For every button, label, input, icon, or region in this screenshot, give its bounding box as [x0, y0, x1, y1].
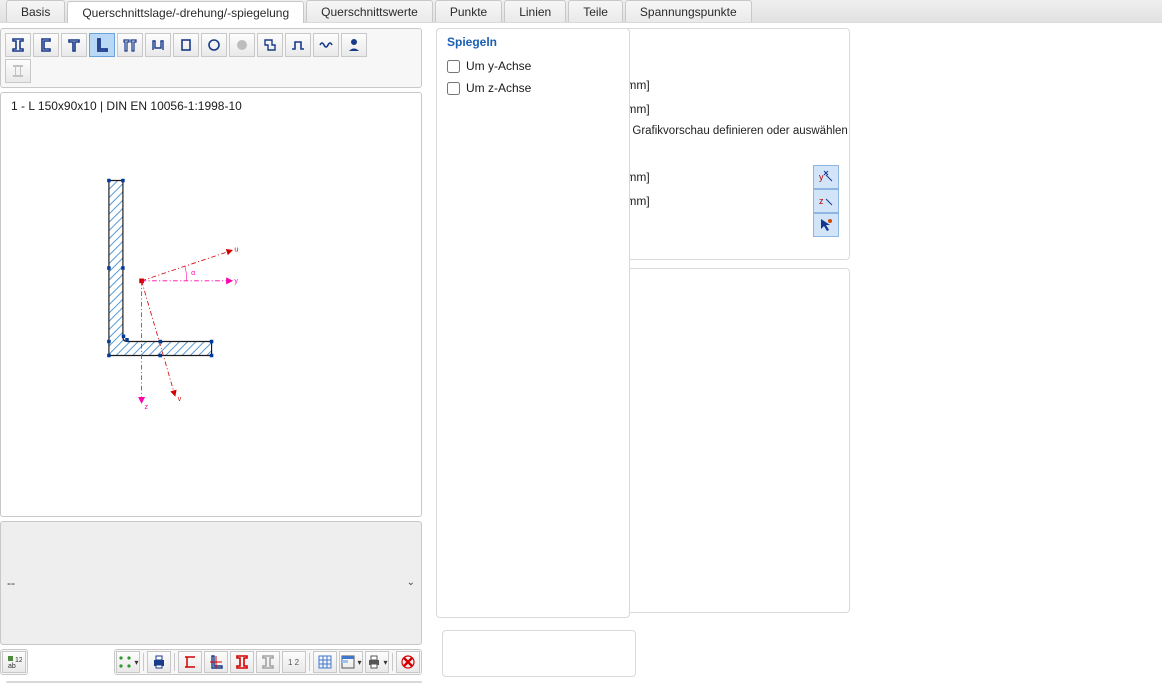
svg-text:ab: ab: [8, 663, 16, 670]
filter-i-section-icon[interactable]: [5, 33, 31, 57]
mirror-z-checkbox[interactable]: Um z-Achse: [447, 77, 619, 99]
dropdown-value: --: [7, 576, 15, 590]
preview-svg: y z u v α: [1, 93, 421, 516]
axis-u-label: u: [234, 247, 238, 254]
svg-text:z: z: [819, 196, 824, 206]
show-nodes-button[interactable]: ▾: [116, 651, 140, 673]
right-column: 1 - L 150x90x10 | DIN EN 10056-1:1998-10: [0, 28, 422, 675]
mirror-z-input[interactable]: [447, 82, 460, 95]
axis-v-label: v: [178, 396, 182, 403]
filter-rect-hollow-icon[interactable]: [173, 33, 199, 57]
axis-y-label: y: [234, 278, 238, 285]
tab-querschnittswerte[interactable]: Querschnittswerte: [306, 0, 433, 22]
filter-solid-round-icon[interactable]: [229, 33, 255, 57]
svg-text:1 2 3: 1 2 3: [288, 658, 302, 667]
print-button[interactable]: ▾: [365, 651, 389, 673]
show-profile-red-button[interactable]: [230, 651, 254, 673]
show-principal-axes-button[interactable]: [204, 651, 228, 673]
values-with-symbol-button[interactable]: 12ab: [2, 651, 26, 673]
preview-selection-dropdown[interactable]: -- ⌄: [0, 521, 422, 645]
filter-combined-icon[interactable]: [5, 59, 31, 83]
filter-channel-icon[interactable]: [33, 33, 59, 57]
mirror-y-checkbox[interactable]: Um y-Achse: [447, 55, 619, 77]
filter-z-section-icon[interactable]: [257, 33, 283, 57]
show-dimensions-button[interactable]: 1 2 3: [282, 651, 306, 673]
show-axes-button[interactable]: [178, 651, 202, 673]
filter-double-angle-icon[interactable]: [145, 33, 171, 57]
preview-canvas[interactable]: 1 - L 150x90x10 | DIN EN 10056-1:1998-10: [0, 92, 422, 517]
mirror-y-label: Um y-Achse: [466, 59, 531, 73]
tab-linien[interactable]: Linien: [504, 0, 566, 22]
group-mirror: Spiegeln Um y-Achse Um z-Achse: [436, 28, 630, 618]
preview-title: 1 - L 150x90x10 | DIN EN 10056-1:1998-10: [11, 99, 242, 113]
reset-view-button[interactable]: [396, 651, 420, 673]
bottom-mid-panel: [442, 630, 636, 677]
filter-hat-icon[interactable]: [285, 33, 311, 57]
filter-l-section-icon[interactable]: [89, 33, 115, 57]
filter-user-defined-icon[interactable]: [341, 33, 367, 57]
display-options-button[interactable]: ▾: [339, 651, 363, 673]
mirror-z-label: Um z-Achse: [466, 81, 531, 95]
filter-corrugated-icon[interactable]: [313, 33, 339, 57]
tab-spannungspunkte[interactable]: Spannungspunkte: [625, 0, 752, 22]
filter-round-hollow-icon[interactable]: [201, 33, 227, 57]
filter-t-section-icon[interactable]: [61, 33, 87, 57]
mirror-y-input[interactable]: [447, 60, 460, 73]
show-grid-button[interactable]: [313, 651, 337, 673]
svg-text:12: 12: [15, 657, 22, 664]
filter-double-t-icon[interactable]: [117, 33, 143, 57]
pick-z-button[interactable]: z: [813, 189, 839, 213]
chevron-down-icon: ⌄: [407, 577, 415, 588]
axis-z-label: z: [145, 404, 149, 411]
show-profile-gray-button[interactable]: [256, 651, 280, 673]
tab-querschnittslage[interactable]: Querschnittslage/-drehung/-spiegelung: [67, 1, 304, 23]
alpha-label: α: [191, 270, 195, 277]
pick-y-button[interactable]: y: [813, 165, 839, 189]
tab-punkte[interactable]: Punkte: [435, 0, 502, 22]
svg-text:y: y: [819, 172, 824, 182]
tab-basis[interactable]: Basis: [6, 0, 65, 22]
mirror-heading: Spiegeln: [447, 35, 619, 49]
tab-teile[interactable]: Teile: [568, 0, 623, 22]
print-preview-button[interactable]: [147, 651, 171, 673]
profile-filter-toolbar: [0, 28, 422, 88]
tab-strip: Basis Querschnittslage/-drehung/-spiegel…: [0, 0, 1162, 23]
pick-cursor-button[interactable]: [813, 213, 839, 237]
